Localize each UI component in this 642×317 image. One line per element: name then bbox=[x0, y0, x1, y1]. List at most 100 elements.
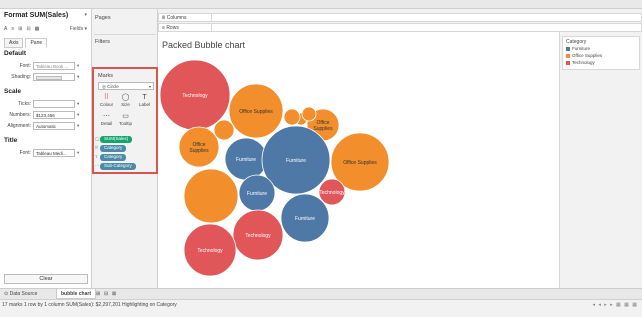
bubble-label: Office Supplies bbox=[343, 160, 377, 166]
bubble-label: Supplies bbox=[189, 148, 209, 154]
columns-text: Columns bbox=[166, 15, 187, 21]
filters-shelf-title: Filters bbox=[95, 39, 110, 45]
rows-shelf[interactable]: ≡ Rows bbox=[158, 23, 642, 32]
label-icon: T bbox=[142, 94, 147, 101]
bubble-label: Supplies bbox=[313, 126, 333, 132]
data-source-tab[interactable]: ⊙ Data Source bbox=[4, 291, 37, 297]
font-label: Font: bbox=[19, 63, 31, 69]
format-toolbar: A ≡ ⊞ ⊟ ▦ bbox=[4, 26, 39, 32]
font-selector[interactable]: Tableau Book ... bbox=[33, 62, 75, 70]
top-strip bbox=[0, 0, 642, 9]
numbers-row: Numbers: $123,456 ▾ bbox=[4, 111, 88, 120]
fields-dropdown[interactable]: Fields ▾ bbox=[70, 26, 87, 32]
rows-icon: ≡ bbox=[162, 25, 165, 31]
divider bbox=[211, 24, 212, 31]
pill-sum-sales[interactable]: SUM(Sales) bbox=[100, 136, 133, 143]
shelf-column: Pages Filters Marks ◎ Circle ▾ ⠿ Colour … bbox=[92, 9, 158, 288]
ticks-selector[interactable] bbox=[33, 100, 75, 108]
title-font-row: Font: Tableau Medi... ▾ bbox=[4, 149, 88, 158]
bubble-label: Furniture bbox=[286, 158, 306, 164]
bubble-office-supplies[interactable] bbox=[301, 106, 317, 122]
new-dashboard-icon[interactable]: ⊟ bbox=[104, 291, 108, 297]
rows-text: Rows bbox=[166, 25, 179, 31]
bubble-label: Technology bbox=[197, 248, 223, 254]
columns-icon: iii bbox=[162, 15, 166, 21]
bubble-label: Furniture bbox=[247, 191, 267, 197]
shading-label: Shading: bbox=[11, 74, 31, 80]
bubble-office-supplies[interactable] bbox=[183, 168, 239, 224]
category-legend: Category Furniture Office Supplies Techn… bbox=[562, 36, 640, 70]
shading-format-icon[interactable]: ⊞ bbox=[18, 26, 22, 32]
tab-pane[interactable]: Pane bbox=[25, 38, 48, 48]
status-bar: 17 marks 1 row by 1 column SUM(Sales): $… bbox=[0, 299, 642, 317]
shading-selector[interactable] bbox=[33, 73, 75, 81]
bubble-chart: TechnologyOffice SuppliesOfficeSuppliesO… bbox=[159, 59, 390, 277]
detail-icon: ⋯ bbox=[103, 113, 110, 120]
bubble-label: Technology bbox=[182, 93, 208, 99]
new-story-icon[interactable]: ⊠ bbox=[112, 291, 116, 297]
shading-row: Shading: ▾ bbox=[4, 73, 88, 82]
chevron-down-icon: ▾ bbox=[77, 74, 80, 79]
colour-button[interactable]: ⠿ Colour bbox=[98, 94, 115, 107]
pill-category-label[interactable]: Category bbox=[100, 154, 127, 161]
legend-swatch bbox=[566, 53, 570, 58]
legend-label: Office Supplies bbox=[572, 53, 603, 58]
legend-item-technology[interactable]: Technology bbox=[566, 60, 595, 65]
format-pane-title: Format SUM(Sales) bbox=[4, 12, 69, 19]
legend-item-furniture[interactable]: Furniture bbox=[566, 46, 590, 51]
chevron-down-icon: ▾ bbox=[77, 123, 80, 128]
ticks-label: Ticks: bbox=[18, 101, 31, 107]
columns-shelf[interactable]: iii Columns bbox=[158, 13, 642, 22]
new-worksheet-icon[interactable]: ⊞ bbox=[96, 291, 100, 297]
alignment-label: Alignment: bbox=[7, 123, 31, 129]
detail-button[interactable]: ⋯ Detail bbox=[98, 113, 115, 126]
divider bbox=[211, 14, 212, 21]
tab-axis[interactable]: Axis bbox=[4, 38, 24, 48]
pill-category-colour[interactable]: Category bbox=[100, 145, 127, 152]
colour-pill-icon: ⠿ bbox=[95, 145, 98, 150]
pill-sub-category[interactable]: Sub-Category bbox=[100, 163, 136, 170]
default-section-title: Default bbox=[4, 50, 27, 57]
sheet-tab-bar: ⊙ Data Source bubble chart ⊞ ⊟ ⊠ bbox=[0, 288, 642, 299]
format-tabs: Axis Pane bbox=[4, 38, 48, 48]
clear-button[interactable]: Clear bbox=[4, 274, 88, 284]
alignment-format-icon[interactable]: ≡ bbox=[11, 26, 14, 32]
font-format-icon[interactable]: A bbox=[4, 26, 7, 32]
bubble-office-supplies[interactable] bbox=[213, 119, 235, 141]
format-pane: Format SUM(Sales) ▾ A ≡ ⊞ ⊟ ▦ Fields ▾ A… bbox=[0, 9, 92, 288]
alignment-selector[interactable]: Automatic bbox=[33, 122, 75, 130]
tab-bubble-chart[interactable]: bubble chart bbox=[56, 289, 97, 299]
borders-format-icon[interactable]: ⊟ bbox=[26, 26, 30, 32]
size-icon: ◯ bbox=[121, 94, 130, 101]
tooltip-button[interactable]: ▭ Tooltip bbox=[117, 113, 134, 126]
format-pane-menu-icon[interactable]: ▾ bbox=[84, 12, 87, 18]
lines-format-icon[interactable]: ▦ bbox=[35, 26, 40, 32]
mark-type-dropdown[interactable]: ◎ Circle ▾ bbox=[98, 82, 154, 90]
chevron-down-icon: ▾ bbox=[77, 63, 80, 68]
title-section-title: Title bbox=[4, 137, 18, 144]
label-button[interactable]: T Label bbox=[136, 94, 153, 107]
label-pill-icon: T bbox=[95, 154, 98, 159]
legend-swatch bbox=[566, 60, 570, 65]
chart-view: Packed Bubble chart Technology Office Sup… bbox=[158, 32, 560, 288]
legend-label: Technology bbox=[572, 60, 595, 65]
size-button[interactable]: ◯ Size bbox=[117, 94, 134, 107]
rows-label: ≡ Rows bbox=[162, 25, 179, 31]
numbers-label: Numbers: bbox=[9, 112, 31, 118]
title-font-label: Font: bbox=[19, 150, 31, 156]
bubble-label: Office Supplies bbox=[239, 109, 273, 115]
title-font-selector[interactable]: Tableau Medi... bbox=[33, 149, 75, 157]
shading-swatch bbox=[36, 75, 62, 80]
legend-title: Category bbox=[566, 39, 587, 45]
mark-type-label: Circle bbox=[107, 84, 119, 89]
legend-swatch bbox=[566, 46, 570, 51]
legend-item-office-supplies[interactable]: Office Supplies bbox=[566, 53, 602, 58]
sheet-nav-icons[interactable]: ◂ ◂ ▸ ▸ ▦ ▦ ▦ bbox=[592, 302, 638, 308]
divider bbox=[94, 34, 156, 35]
status-text: 17 marks 1 row by 1 column SUM(Sales): $… bbox=[2, 302, 177, 308]
bubble-office-supplies[interactable] bbox=[283, 108, 301, 126]
alignment-row: Alignment: Automatic ▾ bbox=[4, 122, 88, 131]
bubble-label: Furniture bbox=[295, 216, 315, 222]
size-label: Size bbox=[121, 102, 130, 107]
numbers-selector[interactable]: $123,456 bbox=[33, 111, 75, 119]
